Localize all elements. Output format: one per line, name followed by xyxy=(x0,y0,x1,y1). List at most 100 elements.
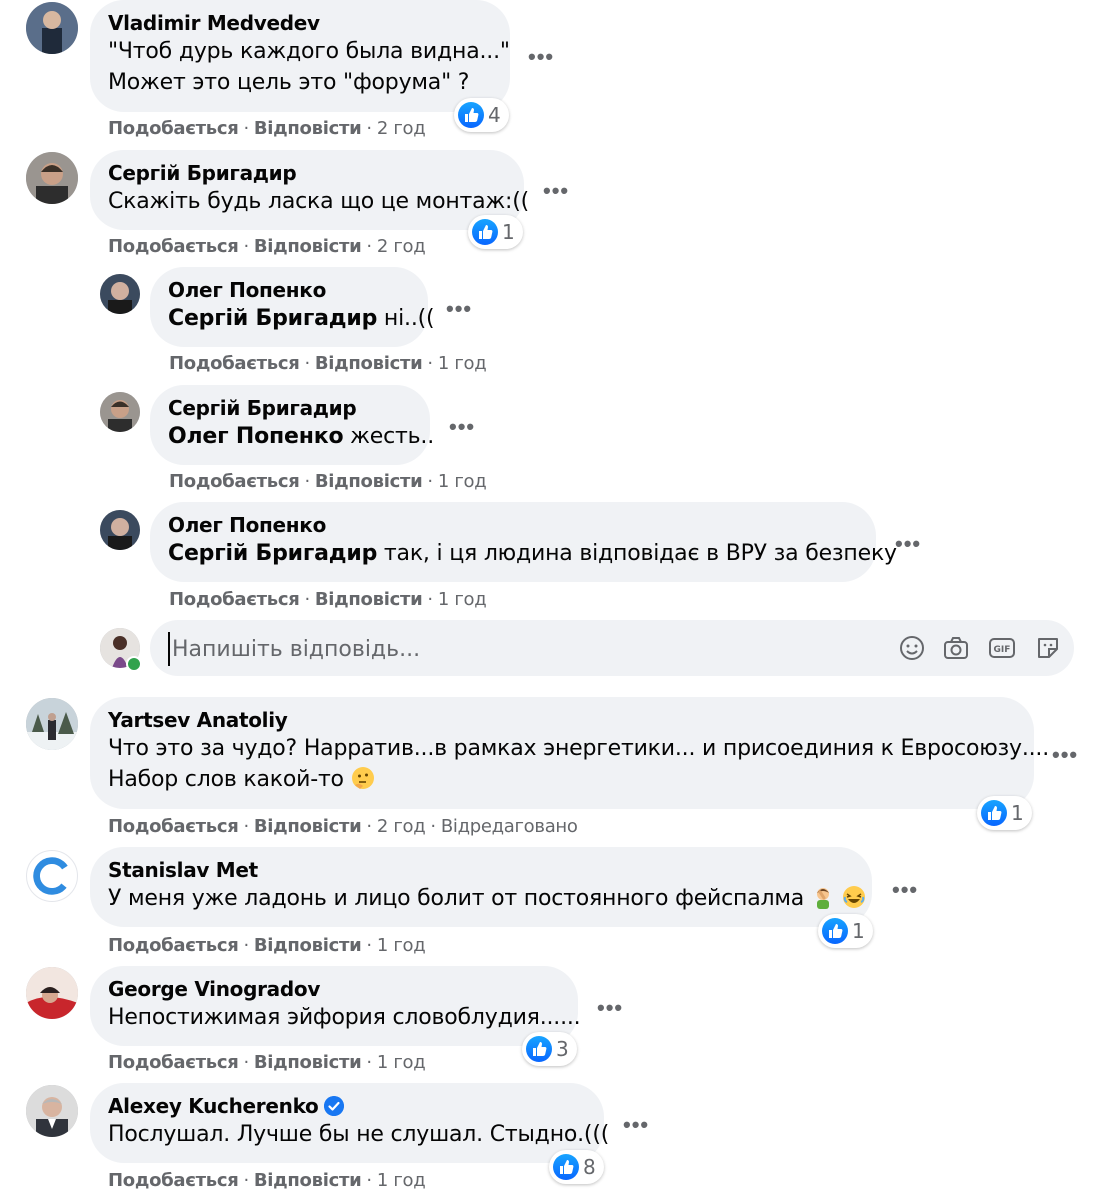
reaction-count: 1 xyxy=(852,919,865,943)
reaction-count-badge[interactable]: 1 xyxy=(468,215,523,249)
comment-text: Сергій Бригадир так, і ця людина відпові… xyxy=(168,538,897,569)
reply-link[interactable]: Відповісти xyxy=(254,1052,362,1073)
like-link[interactable]: Подобається xyxy=(108,118,239,139)
more-options-icon[interactable]: ••• xyxy=(895,533,921,555)
reply-link[interactable]: Відповісти xyxy=(254,816,362,837)
separator-dot: · xyxy=(366,1052,372,1073)
comment-time[interactable]: 1 год xyxy=(438,589,487,610)
like-link[interactable]: Подобається xyxy=(108,1170,239,1191)
more-options-icon[interactable]: ••• xyxy=(1052,744,1078,766)
separator-dot: · xyxy=(243,935,249,956)
reaction-count-badge[interactable]: 1 xyxy=(977,796,1032,830)
like-link[interactable]: Подобається xyxy=(108,1052,239,1073)
reply-link[interactable]: Відповісти xyxy=(254,935,362,956)
separator-dot: · xyxy=(366,236,372,257)
more-options-icon[interactable]: ••• xyxy=(528,46,554,68)
reply-input[interactable] xyxy=(168,632,774,666)
separator-dot: · xyxy=(304,471,310,492)
comment-text-line: Скажіть будь ласка що це монтаж:(( xyxy=(108,189,530,214)
comment-text-line: Набор слов какой-то xyxy=(108,764,1016,795)
comment-author[interactable]: Олег Попенко xyxy=(168,512,858,538)
like-link[interactable]: Подобається xyxy=(108,816,239,837)
more-options-icon[interactable]: ••• xyxy=(892,879,918,901)
comment-text: Сергій Бригадир ні..(( xyxy=(168,303,435,334)
sticker-icon[interactable] xyxy=(1034,634,1062,662)
reaction-count-badge[interactable]: 4 xyxy=(454,98,509,132)
comment-author[interactable]: Stanislav Met xyxy=(108,857,854,883)
separator-dot: · xyxy=(304,353,310,374)
comment-author[interactable]: George Vinogradov xyxy=(108,976,560,1002)
reply-link[interactable]: Відповісти xyxy=(254,236,362,257)
separator-dot: · xyxy=(427,589,433,610)
more-options-icon[interactable]: ••• xyxy=(623,1114,649,1136)
laughing-face-emoji xyxy=(842,886,865,908)
like-link[interactable]: Подобається xyxy=(169,471,300,492)
comment-author[interactable]: Vladimir Medvedev xyxy=(108,10,492,36)
reaction-count-badge[interactable]: 3 xyxy=(522,1032,577,1066)
comment-text-body: Набор слов какой-то xyxy=(108,767,344,792)
comment-time[interactable]: 2 год xyxy=(377,816,426,837)
reply-link[interactable]: Відповісти xyxy=(315,471,423,492)
comment-actions: Подобається · Відповісти · 1 год xyxy=(108,1170,426,1191)
more-options-icon[interactable]: ••• xyxy=(446,298,472,320)
avatar[interactable] xyxy=(100,392,140,432)
reply-bubble: Сергій Бригадир Олег Попенко жесть.. xyxy=(150,385,434,465)
avatar[interactable] xyxy=(100,510,140,550)
emoji-icon[interactable] xyxy=(898,634,926,662)
gif-icon[interactable]: GIF xyxy=(988,634,1016,662)
more-options-icon[interactable]: ••• xyxy=(543,180,569,202)
comment-bubble: George Vinogradov Непостижимая эйфория с… xyxy=(90,966,581,1046)
comment-time[interactable]: 1 год xyxy=(377,935,426,956)
like-link[interactable]: Подобається xyxy=(108,935,239,956)
more-options-icon[interactable]: ••• xyxy=(449,416,475,438)
comment-time[interactable]: 2 год xyxy=(377,236,426,257)
avatar[interactable] xyxy=(100,274,140,314)
comment-author[interactable]: Yartsev Anatoliy xyxy=(108,707,1016,733)
avatar[interactable] xyxy=(26,2,78,54)
like-link[interactable]: Подобається xyxy=(169,589,300,610)
reaction-count-badge[interactable]: 1 xyxy=(818,914,873,948)
comment-author[interactable]: Олег Попенко xyxy=(168,277,410,303)
online-status-indicator xyxy=(126,656,142,672)
reply-link[interactable]: Відповісти xyxy=(315,353,423,374)
comment-author[interactable]: Alexey Kucherenko xyxy=(108,1094,319,1118)
comment-time[interactable]: 2 год xyxy=(377,118,426,139)
comment-author[interactable]: Сергій Бригадир xyxy=(108,160,506,186)
like-icon xyxy=(553,1154,579,1180)
avatar[interactable] xyxy=(26,152,78,204)
more-options-icon[interactable]: ••• xyxy=(597,997,623,1019)
like-link[interactable]: Подобається xyxy=(108,236,239,257)
like-icon xyxy=(472,219,498,245)
comment-author[interactable]: Сергій Бригадир xyxy=(168,395,412,421)
comment-text-body: У меня уже ладонь и лицо болит от постоя… xyxy=(108,886,805,911)
separator-dot: · xyxy=(304,589,310,610)
mention-link[interactable]: Олег Попенко xyxy=(168,424,344,449)
avatar[interactable] xyxy=(26,850,78,902)
reply-link[interactable]: Відповісти xyxy=(254,118,362,139)
reaction-count-badge[interactable]: 8 xyxy=(549,1150,604,1184)
like-link[interactable]: Подобається xyxy=(169,353,300,374)
reply-link[interactable]: Відповісти xyxy=(315,589,423,610)
comment-time[interactable]: 1 год xyxy=(438,471,487,492)
avatar[interactable] xyxy=(26,698,78,750)
comment-bubble: Yartsev Anatoliy Что это за чудо? Наррат… xyxy=(90,697,1049,809)
comment-text-line: "Чтоб дурь каждого была видна..." xyxy=(108,39,510,64)
avatar[interactable] xyxy=(26,967,78,1019)
reply-link[interactable]: Відповісти xyxy=(254,1170,362,1191)
comment-actions: Подобається · Відповісти · 1 год xyxy=(169,353,487,374)
separator-dot: · xyxy=(427,353,433,374)
mention-link[interactable]: Сергій Бригадир xyxy=(168,541,377,566)
comment-time[interactable]: 1 год xyxy=(438,353,487,374)
comment-bubble: Vladimir Medvedev "Чтоб дурь каждого был… xyxy=(90,0,510,112)
camera-icon[interactable] xyxy=(942,634,970,662)
mention-link[interactable]: Сергій Бригадир xyxy=(168,306,377,331)
comment-time[interactable]: 1 год xyxy=(377,1052,426,1073)
comment-actions: Подобається · Відповісти · 1 год xyxy=(169,589,487,610)
comment-time[interactable]: 1 год xyxy=(377,1170,426,1191)
comment-text-body: ні..(( xyxy=(377,306,435,331)
like-icon xyxy=(981,800,1007,826)
edited-label[interactable]: Відредаговано xyxy=(441,816,578,837)
comment-text-line: Послушал. Лучше бы не слушал. Стыдно.((( xyxy=(108,1122,610,1147)
reply-bubble: Олег Попенко Сергій Бригадир так, і ця л… xyxy=(150,502,897,582)
avatar[interactable] xyxy=(26,1085,78,1137)
